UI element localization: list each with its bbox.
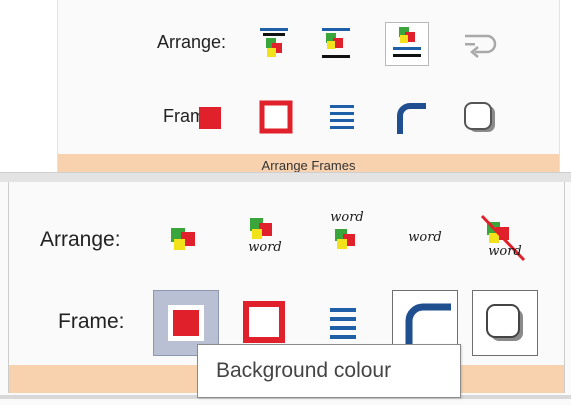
word-label: word xyxy=(330,210,364,225)
in-line-with-text-button[interactable] xyxy=(385,22,429,66)
text-wrap-button[interactable] xyxy=(457,22,501,66)
arrange-label-large: Arrange: xyxy=(40,228,121,251)
line-style-button[interactable] xyxy=(320,96,364,140)
group-shapes-button[interactable] xyxy=(154,208,220,274)
rounded-corner-button[interactable] xyxy=(390,96,434,140)
shapes-above-text-icon xyxy=(250,218,272,239)
send-to-back-button[interactable] xyxy=(314,22,358,66)
line-style-icon xyxy=(330,105,354,129)
shadow-button-large[interactable] xyxy=(472,290,538,356)
overlapping-squares-icon xyxy=(171,228,195,250)
shadow-icon xyxy=(486,304,523,341)
background-colour-tooltip: Background colour xyxy=(197,344,461,398)
text-wrap-icon xyxy=(465,34,497,58)
background-colour-button[interactable] xyxy=(188,96,232,140)
word-label: word xyxy=(408,230,442,245)
rounded-corner-icon xyxy=(397,103,426,134)
shapes-above-text-button[interactable]: word xyxy=(232,202,298,268)
text-only-button[interactable]: word xyxy=(392,208,458,274)
arrange-label: Arrange: xyxy=(156,32,226,52)
in-line-icon xyxy=(393,27,421,57)
bring-to-front-button[interactable] xyxy=(252,22,296,66)
shadow-button[interactable] xyxy=(458,96,502,140)
shadow-icon xyxy=(464,102,495,132)
background-colour-icon xyxy=(199,107,221,129)
word-label: word xyxy=(248,240,282,255)
bring-to-front-icon xyxy=(260,28,288,57)
send-to-back-icon xyxy=(322,28,350,58)
no-shapes-button[interactable]: word xyxy=(470,204,536,270)
border-colour-button[interactable] xyxy=(254,96,298,140)
no-shapes-icon xyxy=(480,214,526,262)
frame-label-large: Frame: xyxy=(58,310,125,333)
shapes-below-text-button[interactable]: word xyxy=(316,202,382,268)
word-label: word xyxy=(488,244,522,259)
border-colour-icon xyxy=(259,100,293,134)
arrange-frames-panel-top: Arrange: Frame: Arrange Frames xyxy=(57,0,560,178)
